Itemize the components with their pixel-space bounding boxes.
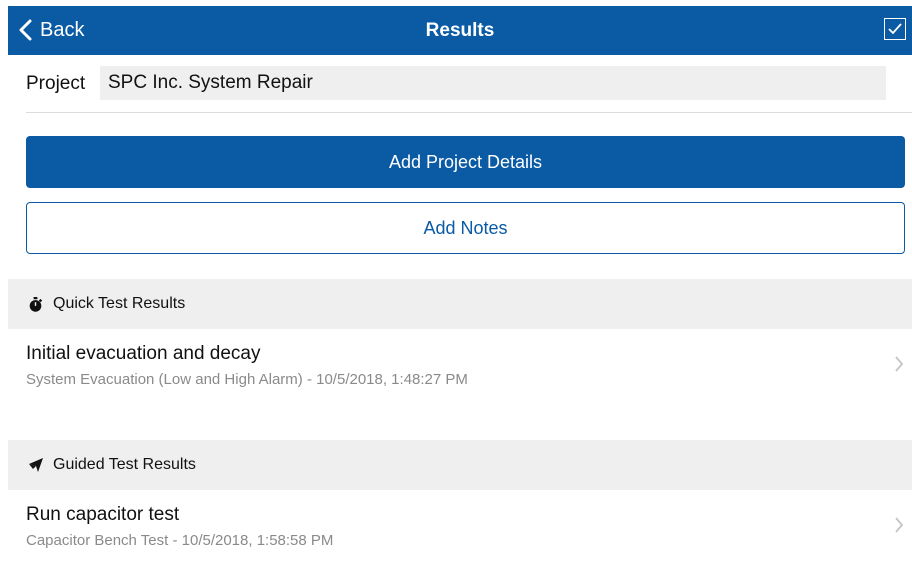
confirm-button[interactable]	[884, 18, 906, 40]
result-title: Run capacitor test	[26, 504, 180, 525]
section-header-guided-test: Guided Test Results	[8, 440, 912, 490]
chevron-right-icon	[895, 356, 904, 372]
result-title: Initial evacuation and decay	[26, 343, 261, 364]
chevron-right-icon	[895, 517, 904, 533]
add-project-details-button[interactable]: Add Project Details	[26, 136, 905, 188]
page-title: Results	[425, 20, 495, 41]
list-item[interactable]: Initial evacuation and decay System Evac…	[8, 329, 912, 405]
project-row: Project SPC Inc. System Repair	[26, 66, 906, 100]
section-title: Quick Test Results	[53, 295, 186, 312]
section-title: Guided Test Results	[53, 456, 196, 473]
checkmark-icon	[888, 23, 902, 35]
list-item[interactable]: Run capacitor test Capacitor Bench Test …	[8, 490, 912, 566]
add-notes-button[interactable]: Add Notes	[26, 202, 905, 254]
divider	[26, 112, 912, 113]
guided-test-icon	[28, 457, 44, 473]
result-subtitle: Capacitor Bench Test - 10/5/2018, 1:58:5…	[26, 532, 334, 549]
project-input[interactable]: SPC Inc. System Repair	[100, 66, 886, 100]
project-label: Project	[26, 73, 86, 94]
nav-bar: Back Results	[8, 6, 912, 55]
result-subtitle: System Evacuation (Low and High Alarm) -…	[26, 371, 468, 388]
stopwatch-icon	[28, 296, 44, 312]
section-header-quick-test: Quick Test Results	[8, 279, 912, 329]
